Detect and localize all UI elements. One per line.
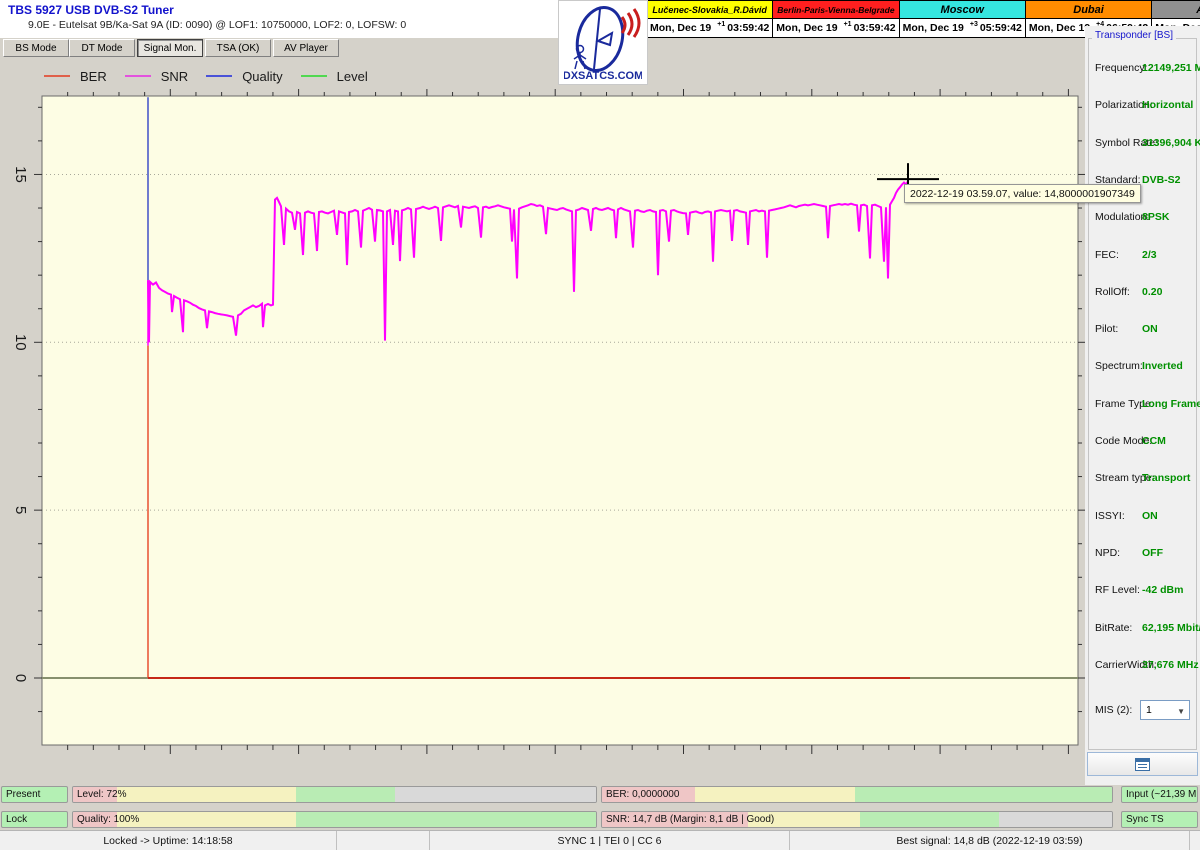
tp-value: 31396,904 KS/s	[1142, 136, 1200, 149]
input-indicator: Input (~21,39 Mbps)	[1121, 786, 1198, 803]
tp-value: 37,676 MHz	[1142, 658, 1199, 671]
quality-progressbar: Quality: 100%	[72, 811, 597, 828]
snr-progressbar: SNR: 14,7 dB (Margin: 8,1 dB | Good)	[601, 811, 1113, 828]
clock-city: Moscow	[899, 1, 1025, 19]
tp-row-fec: FEC: 2/3	[1085, 249, 1200, 263]
tp-value: ON	[1142, 509, 1158, 522]
clock-2: Moscow Mon, Dec 19 +3 05:59:42	[899, 0, 1026, 38]
tp-value: 2/3	[1142, 248, 1157, 261]
tp-row-issyi: ISSYI: ON	[1085, 510, 1200, 524]
tp-value: OFF	[1142, 546, 1163, 559]
clock-city: Berlin-Paris-Vienna-Belgrade	[773, 1, 899, 19]
svg-text:10: 10	[12, 334, 29, 351]
best-signal-status: Best signal: 14,8 dB (2022-12-19 03:59)	[790, 831, 1190, 850]
level-progressbar: Level: 72%	[72, 786, 597, 803]
tp-row-spectrum: Spectrum: Inverted	[1085, 360, 1200, 374]
window-header: TBS 5927 USB DVB-S2 Tuner 9.0E - Eutelsa…	[0, 0, 648, 38]
tp-label: ISSYI:	[1095, 509, 1125, 522]
tab-av-player[interactable]: AV Player	[273, 39, 339, 57]
tp-label: BitRate:	[1095, 621, 1133, 634]
statusbar-spacer	[337, 831, 430, 850]
tp-row-mis: MIS (2): 1 ▼	[1085, 700, 1200, 721]
present-indicator: Present	[1, 786, 68, 803]
clock-city: Dubai	[1025, 1, 1152, 19]
tab-dt-mode[interactable]: DT Mode	[69, 39, 135, 57]
mis-label: MIS (2):	[1095, 704, 1133, 717]
tp-label: RF Level:	[1095, 584, 1140, 597]
tp-value: 62,195 Mbit/s	[1142, 621, 1200, 634]
tp-label: RollOff:	[1095, 285, 1130, 298]
sync-status: SYNC 1 | TEI 0 | CC 6	[430, 831, 790, 850]
tp-value: Transport	[1142, 472, 1191, 485]
statusbar-end	[1190, 831, 1200, 850]
svg-text:DXSATCS.COM: DXSATCS.COM	[564, 70, 642, 82]
tp-value: Long Frame	[1142, 397, 1200, 410]
tp-value: Horizontal	[1142, 99, 1194, 112]
tp-value: 8PSK	[1142, 211, 1170, 224]
tp-row-streamtype: Stream type: Transport	[1085, 472, 1200, 486]
chart-tooltip: 2022-12-19 03.59.07, value: 14,800000190…	[904, 184, 1141, 203]
tp-label: FEC:	[1095, 248, 1119, 261]
chevron-down-icon: ▼	[1177, 707, 1185, 717]
tp-row-codemode: Code Mode: CCM	[1085, 435, 1200, 449]
dxsatcs-logo: DXSATCS.COM	[558, 0, 648, 85]
tp-row-rflevel: RF Level: -42 dBm	[1085, 584, 1200, 598]
ts-list-button[interactable]	[1087, 752, 1198, 776]
clock-time: Mon, Dec 19 +1 03:59:42	[773, 19, 899, 37]
clock-city: Athens	[1152, 1, 1200, 19]
svg-text:0: 0	[12, 674, 29, 682]
tp-label: Frequency:	[1095, 62, 1148, 74]
tp-row-symbolrate: Symbol Rate:31396,904 KS/s	[1085, 137, 1200, 151]
clock-time: Mon, Dec 19 +3 05:59:42	[899, 19, 1025, 37]
tab-bs-mode[interactable]: BS Mode	[3, 39, 69, 57]
signal-monitor-chart: BER SNR Quality Level 0 5 10 15 2022-12-19 03.…	[0, 58, 1141, 785]
transponder-panel: Transponder [BS] Frequency:12149,251 MHz…	[1085, 26, 1200, 785]
svg-text:15: 15	[12, 166, 29, 183]
lock-indicator: Lock	[1, 811, 68, 828]
tab-tsa-ok-[interactable]: TSA (OK)	[205, 39, 271, 57]
tp-row-rolloff: RollOff: 0.20	[1085, 286, 1200, 300]
satellite-dish-icon: DXSATCS.COM	[564, 5, 642, 82]
app-title: TBS 5927 USB DVB-S2 Tuner	[8, 3, 174, 17]
tp-row-carrierwidth: CarrierWidth: 37,676 MHz	[1085, 659, 1200, 673]
clock-1: Berlin-Paris-Vienna-Belgrade Mon, Dec 19…	[773, 0, 900, 38]
tp-value: CCM	[1142, 435, 1166, 447]
tp-label: Pilot:	[1095, 323, 1119, 336]
tp-value: ON	[1142, 323, 1158, 336]
tab-signal-mon-[interactable]: Signal Mon.	[137, 39, 203, 57]
tp-row-polarization: Polarization: Horizontal	[1085, 99, 1200, 113]
ber-progressbar: BER: 0,0000000	[601, 786, 1113, 803]
mis-dropdown[interactable]: 1 ▼	[1140, 700, 1190, 721]
signal-plot[interactable]: 0 5 10 15	[0, 58, 1085, 785]
statusbar: Locked -> Uptime: 14:18:58 SYNC 1 | TEI …	[0, 830, 1200, 850]
tp-row-bitrate: BitRate: 62,195 Mbit/s	[1085, 622, 1200, 636]
tuner-window: TBS 5927 USB DVB-S2 Tuner 9.0E - Eutelsa…	[0, 0, 1200, 850]
svg-text:5: 5	[12, 506, 29, 514]
tp-value: Inverted	[1142, 360, 1183, 373]
tp-value: 0.20	[1142, 285, 1163, 298]
clock-city: Lučenec-Slovakia_R.Dávid	[647, 1, 773, 19]
status-progress-bars: Present Level: 72% BER: 0,0000000 Input …	[0, 785, 1200, 830]
tp-label: Spectrum:	[1095, 360, 1143, 373]
syncts-indicator: Sync TS	[1121, 811, 1198, 828]
tp-row-pilot: Pilot: ON	[1085, 323, 1200, 337]
tp-row-modulation: Modulation: 8PSK	[1085, 211, 1200, 225]
tp-value: -42 dBm	[1142, 584, 1184, 597]
mode-tabbar: BS Mode DT Mode Signal Mon. TSA (OK) AV Play…	[0, 38, 646, 58]
clock-time: Mon, Dec 19 +1 03:59:42	[647, 19, 773, 37]
tp-label: NPD:	[1095, 546, 1121, 559]
uptime-status: Locked -> Uptime: 14:18:58	[0, 831, 337, 850]
clock-0: Lučenec-Slovakia_R.Dávid Mon, Dec 19 +1 03…	[646, 0, 774, 38]
satellite-subtitle: 9.0E - Eutelsat 9B/Ka-Sat 9A (ID: 0090) …	[28, 19, 407, 31]
tp-value: 12149,251 MHz	[1142, 62, 1200, 74]
tp-row-frequency: Frequency:12149,251 MHz	[1085, 62, 1200, 76]
tp-row-npd: NPD: OFF	[1085, 547, 1200, 561]
tp-row-frametype: Frame Type: Long Frame	[1085, 398, 1200, 412]
list-icon	[1135, 757, 1150, 771]
tp-value: DVB-S2	[1142, 173, 1181, 186]
transponder-group-label: Transponder [BS]	[1092, 30, 1177, 41]
